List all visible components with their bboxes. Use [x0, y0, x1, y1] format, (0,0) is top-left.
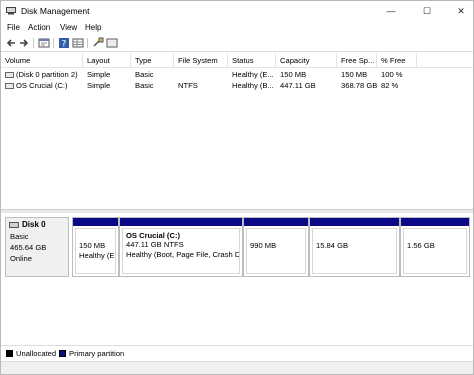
column-header-capacity[interactable]: Capacity: [276, 53, 337, 67]
volume-file-system: [178, 69, 228, 80]
menu-help[interactable]: Help: [85, 23, 101, 32]
menu-file[interactable]: File: [7, 23, 20, 32]
column-header-file-system[interactable]: File System: [174, 53, 228, 67]
toolbar-separator: [53, 38, 54, 48]
partition-status: Healthy (EF: [79, 251, 116, 260]
primary-partition-swatch: [59, 350, 66, 357]
menu-bar: File Action View Help: [1, 21, 473, 35]
column-header-free-space[interactable]: Free Sp...: [337, 53, 377, 67]
volume-free-space: 150 MB: [341, 70, 368, 79]
volume-name: OS Crucial (C:): [16, 81, 68, 90]
disk-state: Online: [10, 254, 32, 263]
partition-size: 447.11 GB NTFS: [126, 240, 184, 249]
toolbar: ?: [1, 35, 473, 52]
partition-status: Healthy (Boot, Page File, Crash Du: [126, 250, 240, 259]
unallocated-swatch: [6, 350, 13, 357]
partition-1gb[interactable]: 1.56 GB: [400, 217, 470, 277]
help-icon[interactable]: ?: [58, 37, 70, 49]
partition-os-crucial[interactable]: OS Crucial (C:) 447.11 GB NTFS Healthy (…: [119, 217, 243, 277]
partition-15gb[interactable]: 15.84 GB: [309, 217, 400, 277]
column-header-type[interactable]: Type: [131, 53, 174, 67]
partition-body: 150 MB Healthy (EF: [75, 228, 116, 274]
volume-layout: Simple: [87, 81, 111, 90]
partition-type-bar: [310, 218, 399, 226]
volume-row[interactable]: OS Crucial (C:) Simple Basic NTFS Health…: [1, 80, 473, 91]
volume-status: Healthy (E...: [232, 70, 274, 79]
partition-size: 15.84 GB: [316, 241, 349, 250]
menu-view[interactable]: View: [60, 23, 77, 32]
window-title: Disk Management: [21, 6, 90, 16]
disk-size: 465.64 GB: [10, 243, 47, 252]
disk-name: Disk 0: [22, 220, 46, 229]
column-header-volume[interactable]: Volume: [1, 53, 83, 67]
volume-file-system: NTFS: [178, 81, 198, 90]
partition-body: 990 MB: [246, 228, 306, 274]
volume-list: Volume Layout Type File System Status Ca…: [1, 53, 473, 209]
close-button[interactable]: ✕: [447, 3, 473, 19]
volume-list-header: Volume Layout Type File System Status Ca…: [1, 53, 473, 68]
volume-name: (Disk 0 partition 2): [16, 70, 78, 79]
partition-title: OS Crucial (C:): [126, 231, 181, 240]
status-bar: [1, 361, 473, 374]
partition-efi[interactable]: 150 MB Healthy (EF: [72, 217, 119, 277]
disk-graphical-view: Disk 0 Basic 465.64 GB Online 150 MB Hea…: [1, 213, 473, 345]
legend: Unallocated Primary partition: [1, 345, 473, 362]
partition-recovery-990mb[interactable]: 990 MB: [243, 217, 309, 277]
legend-unallocated: Unallocated: [16, 349, 57, 358]
column-header-status[interactable]: Status: [228, 53, 276, 67]
volume-percent-free: 100 %: [381, 70, 403, 79]
column-header-layout[interactable]: Layout: [83, 53, 131, 67]
rescan-disks-icon[interactable]: [92, 37, 104, 49]
partition-size: 1.56 GB: [407, 241, 435, 250]
volume-icon: [5, 83, 14, 89]
disk-info-box[interactable]: Disk 0 Basic 465.64 GB Online: [5, 217, 69, 277]
volume-row[interactable]: (Disk 0 partition 2) Simple Basic Health…: [1, 69, 473, 80]
partition-size: 990 MB: [250, 241, 277, 250]
partition-type-bar: [401, 218, 469, 226]
back-arrow-icon[interactable]: [5, 37, 17, 49]
forward-arrow-icon[interactable]: [18, 37, 30, 49]
partition-body: 1.56 GB: [403, 228, 467, 274]
volume-icon: [5, 72, 14, 78]
grid-icon[interactable]: [72, 37, 84, 49]
partition-type-bar: [120, 218, 242, 226]
menu-action[interactable]: Action: [28, 23, 50, 32]
legend-primary-partition: Primary partition: [69, 349, 125, 358]
toolbar-separator: [87, 38, 88, 48]
svg-text:?: ?: [62, 40, 67, 50]
volume-free-space: 368.78 GB: [341, 81, 377, 90]
partition-body: OS Crucial (C:) 447.11 GB NTFS Healthy (…: [122, 228, 240, 274]
minimize-button[interactable]: —: [377, 3, 405, 19]
title-bar: Disk Management — ☐ ✕: [1, 1, 473, 21]
volume-status: Healthy (B...: [232, 81, 274, 90]
partition-size: 150 MB: [79, 241, 106, 250]
partition-type-bar: [73, 218, 118, 226]
volume-type: Basic: [135, 81, 154, 90]
volume-capacity: 150 MB: [280, 70, 307, 79]
volume-percent-free: 82 %: [381, 81, 399, 90]
disk-management-window: Disk Management — ☐ ✕ File Action View H…: [0, 0, 474, 375]
toolbar-separator: [33, 38, 34, 48]
properties-icon[interactable]: [38, 37, 50, 49]
disk-type: Basic: [10, 232, 29, 241]
maximize-button[interactable]: ☐: [413, 3, 441, 19]
console-icon[interactable]: [106, 37, 118, 49]
volume-capacity: 447.11 GB: [280, 81, 316, 90]
partition-type-bar: [244, 218, 308, 226]
disk-management-app-icon: [6, 6, 16, 15]
disk-icon: [9, 222, 19, 228]
column-header-percent-free[interactable]: % Free: [377, 53, 417, 67]
partition-body: 15.84 GB: [312, 228, 397, 274]
volume-layout: Simple: [87, 70, 111, 79]
volume-type: Basic: [135, 70, 154, 79]
